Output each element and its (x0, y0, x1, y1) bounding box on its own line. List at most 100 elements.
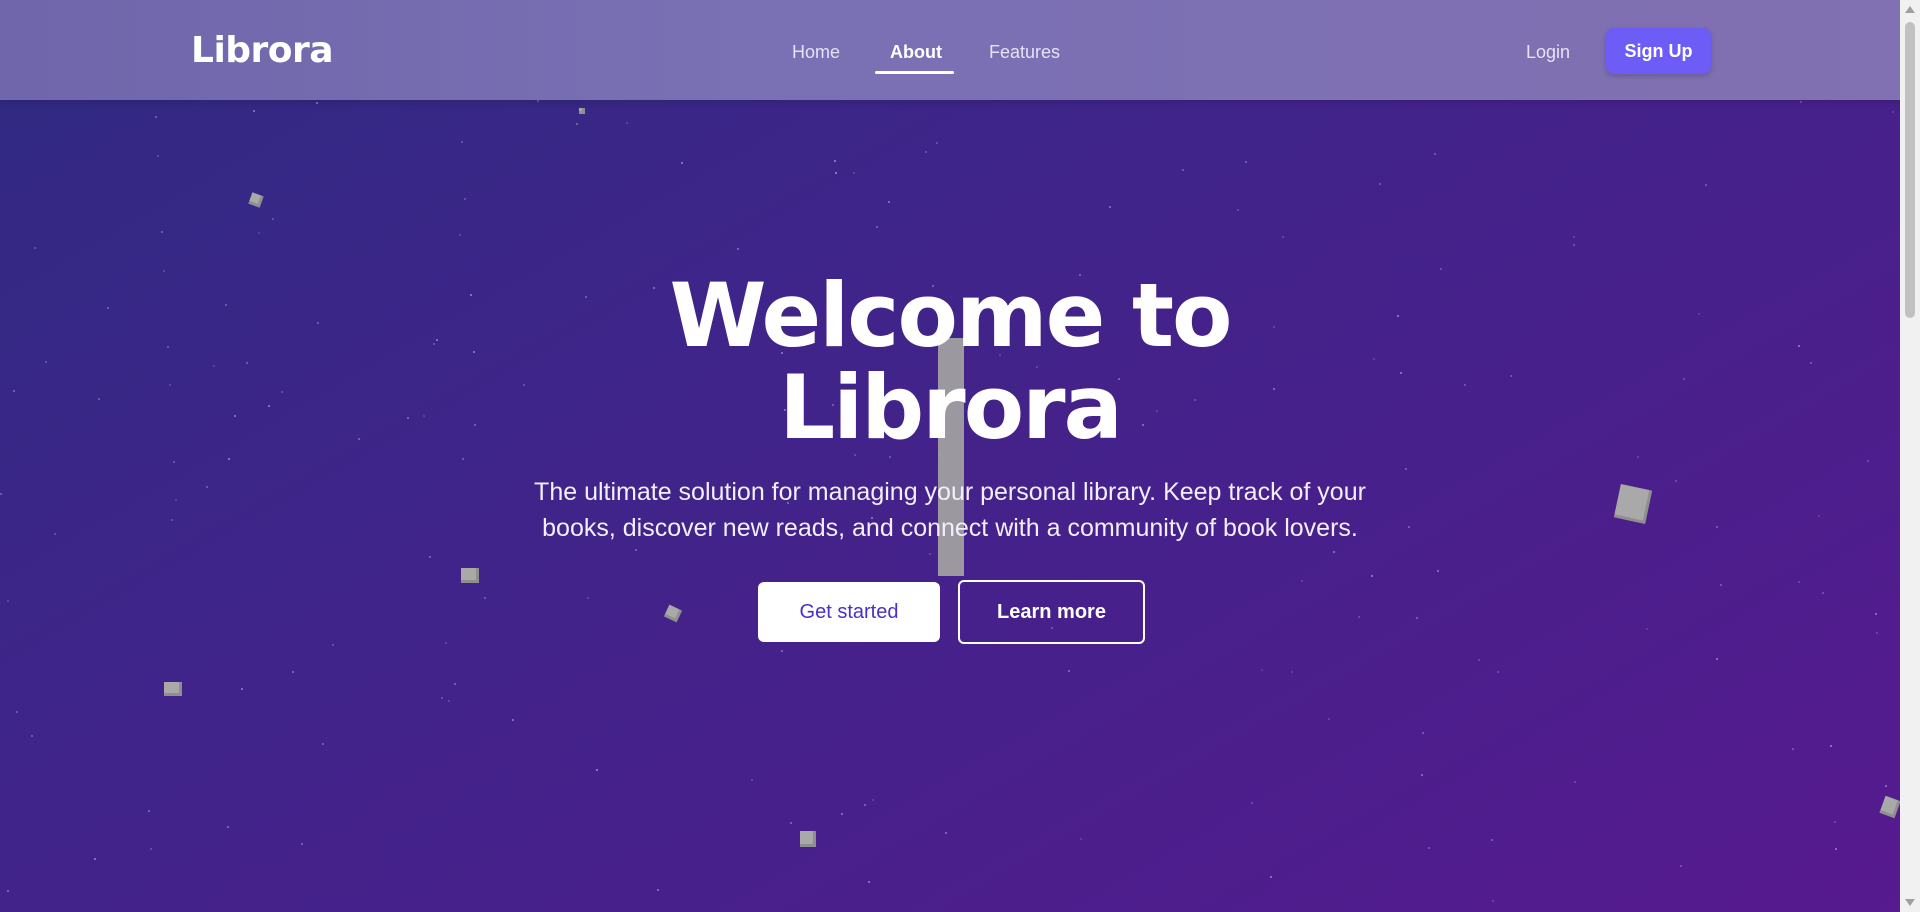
star-dot (155, 116, 157, 118)
star-dot (635, 549, 637, 551)
star-dot (167, 346, 169, 348)
star-dot (1675, 480, 1677, 482)
floating-cube-shape (1879, 795, 1900, 819)
hero-subtitle: The ultimate solution for managing your … (500, 474, 1400, 546)
scroll-up-arrow-icon[interactable] (1905, 6, 1915, 13)
star-dot (228, 458, 230, 460)
star-dot (292, 671, 294, 673)
star-dot (213, 365, 215, 367)
hero-title-line-1: Welcome to (669, 264, 1233, 367)
signup-button[interactable]: Sign Up (1606, 28, 1711, 74)
star-dot (461, 141, 463, 143)
star-dot (868, 881, 870, 883)
star-dot (587, 597, 589, 599)
star-dot (945, 832, 947, 834)
star-dot (853, 172, 855, 174)
login-link[interactable]: Login (1526, 42, 1570, 63)
star-dot (1379, 183, 1381, 185)
star-dot (1291, 671, 1293, 673)
star-dot (1835, 848, 1837, 850)
landing-page: Librora Home About Features Login Sign U… (0, 0, 1900, 912)
learn-more-button[interactable]: Learn more (958, 580, 1145, 644)
star-dot (1800, 101, 1802, 103)
star-dot (1405, 468, 1407, 470)
star-dot (464, 198, 466, 200)
hero-title-line-2: Librora (779, 356, 1123, 459)
floating-cube-shape (800, 831, 816, 847)
star-dot (790, 822, 792, 824)
star-dot (1716, 658, 1718, 660)
star-dot (841, 813, 843, 815)
star-dot (98, 398, 100, 400)
star-dot (281, 391, 283, 393)
floating-cube-shape (663, 604, 683, 623)
star-dot (1371, 575, 1373, 577)
star-dot (1492, 900, 1494, 902)
nav-link-about[interactable]: About (890, 42, 942, 63)
star-dot (864, 804, 866, 806)
star-dot (1573, 236, 1575, 238)
star-dot (1245, 161, 1247, 163)
star-dot (657, 889, 659, 891)
star-dot (1698, 313, 1700, 315)
star-dot (1497, 671, 1499, 673)
star-dot (175, 499, 177, 501)
star-dot (272, 218, 274, 220)
star-dot (7, 600, 9, 602)
star-dot (1421, 774, 1423, 776)
floating-cube-shape (248, 192, 264, 208)
star-dot (1646, 628, 1648, 630)
star-dot (94, 858, 96, 860)
star-dot (1822, 592, 1824, 594)
star-dot (1270, 876, 1272, 878)
star-dot (1705, 184, 1707, 186)
star-dot (445, 642, 447, 644)
star-dot (31, 735, 33, 737)
star-dot (1068, 670, 1070, 672)
get-started-button[interactable]: Get started (758, 582, 940, 642)
star-dot (1080, 838, 1082, 840)
star-dot (433, 343, 435, 345)
star-dot (1464, 384, 1466, 386)
star-dot (626, 122, 628, 124)
star-dot (1810, 362, 1812, 364)
star-dot (161, 231, 163, 233)
star-dot (441, 697, 443, 699)
scrollbar-thumb[interactable] (1905, 22, 1915, 318)
star-dot (1830, 745, 1832, 747)
star-dot (0, 493, 2, 495)
star-dot (1408, 526, 1410, 528)
star-dot (206, 486, 208, 488)
star-dot (268, 405, 270, 407)
star-dot (234, 415, 236, 417)
star-dot (512, 719, 514, 721)
nav-link-features[interactable]: Features (989, 42, 1060, 63)
star-dot (358, 438, 360, 440)
star-dot (936, 142, 938, 144)
star-dot (317, 322, 319, 324)
star-dot (54, 533, 56, 535)
star-dot (322, 743, 324, 745)
star-dot (448, 700, 450, 702)
floating-cube-shape (579, 108, 585, 114)
brand-logo[interactable]: Librora (191, 30, 334, 71)
star-dot (1798, 345, 1800, 347)
star-dot (1422, 732, 1424, 734)
star-dot (1720, 584, 1722, 586)
star-dot (1491, 839, 1493, 841)
scroll-down-arrow-icon[interactable] (1905, 899, 1915, 906)
star-dot (1818, 515, 1820, 517)
star-dot (751, 779, 753, 781)
floating-cube-shape (1613, 484, 1653, 524)
star-dot (225, 304, 227, 306)
vertical-scrollbar[interactable] (1900, 0, 1920, 912)
star-dot (1237, 209, 1239, 211)
nav-link-home[interactable]: Home (792, 42, 840, 63)
star-dot (258, 232, 260, 234)
hero-subtitle-line-2: books, discover new reads, and connect w… (542, 514, 1358, 542)
star-dot (107, 307, 109, 309)
star-dot (1251, 802, 1253, 804)
star-dot (781, 650, 783, 652)
star-dot (1680, 865, 1682, 867)
star-dot (454, 683, 456, 685)
